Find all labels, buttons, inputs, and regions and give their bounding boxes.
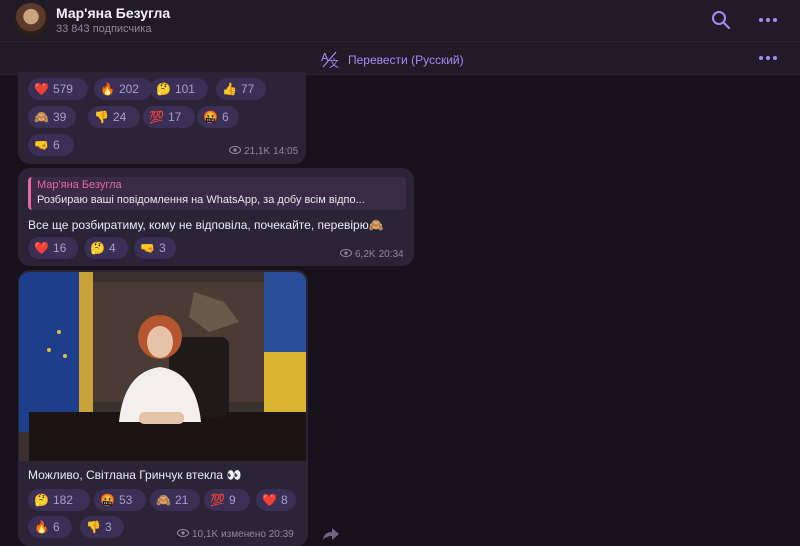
- reaction-emoji: 👎: [94, 110, 109, 124]
- view-count: 10,1K: [192, 529, 219, 540]
- reaction-emoji: 👍: [222, 82, 237, 96]
- reaction-count: 4: [108, 241, 116, 255]
- reaction-count: 579: [52, 82, 73, 96]
- reaction-emoji: 🤬: [203, 110, 218, 124]
- views-icon: [340, 249, 352, 260]
- more-menu-icon[interactable]: [756, 8, 780, 32]
- reaction-button[interactable]: 🤔 101: [150, 78, 208, 100]
- reaction-count: 202: [118, 82, 139, 96]
- translate-options-icon[interactable]: [756, 46, 780, 70]
- reaction-emoji: 🙈: [156, 493, 171, 507]
- reaction-emoji: 🤔: [156, 82, 171, 96]
- translate-button[interactable]: Перевести (Русский): [348, 53, 464, 67]
- reaction-button[interactable]: 🙈 39: [28, 106, 76, 128]
- post-photo[interactable]: [19, 272, 306, 461]
- reaction-button[interactable]: 🤜 3: [134, 237, 176, 259]
- reaction-count: 17: [167, 110, 182, 124]
- reaction-emoji: 👎: [86, 520, 101, 534]
- reaction-count: 6: [52, 520, 60, 534]
- message-meta: 6,2K 20:34: [340, 249, 404, 260]
- reaction-button[interactable]: 💯 17: [143, 106, 195, 128]
- reaction-button[interactable]: 🤜 6: [28, 134, 74, 156]
- translate-icon[interactable]: A文: [320, 49, 340, 70]
- search-icon[interactable]: [709, 8, 733, 32]
- reaction-count: 16: [52, 241, 67, 255]
- reaction-count: 6: [221, 110, 229, 124]
- message-meta: 10,1K изменено 20:39: [177, 529, 294, 540]
- forward-icon[interactable]: [322, 527, 340, 541]
- reaction-emoji: 🤬: [100, 493, 115, 507]
- reaction-button[interactable]: 💯 9: [204, 489, 250, 511]
- reaction-count: 21: [174, 493, 189, 507]
- reaction-emoji: 🤔: [34, 493, 49, 507]
- reply-text: Розбираю ваші повідомлення на WhatsApp, …: [37, 194, 365, 206]
- reaction-count: 9: [228, 493, 236, 507]
- reaction-button[interactable]: 🤔 182: [28, 489, 90, 511]
- reaction-emoji: 🙈: [34, 110, 49, 124]
- reply-preview[interactable]: Мар'яна Безугла Розбираю ваші повідомлен…: [28, 177, 406, 210]
- view-count: 6,2K: [355, 249, 376, 260]
- reaction-count: 6: [52, 138, 60, 152]
- reaction-emoji: 🔥: [100, 82, 115, 96]
- reaction-button[interactable]: 🤬 53: [94, 489, 146, 511]
- channel-name: Мар'яна Безугла: [56, 5, 171, 21]
- reaction-emoji: 🤜: [140, 241, 155, 255]
- channel-avatar[interactable]: [14, 3, 48, 37]
- reaction-emoji: 🔥: [34, 520, 49, 534]
- reaction-count: 3: [104, 520, 112, 534]
- reaction-emoji: ❤️: [34, 82, 49, 96]
- reaction-emoji: 💯: [210, 493, 225, 507]
- views-icon: [229, 146, 241, 157]
- reaction-button[interactable]: 🙈 21: [150, 489, 200, 511]
- reaction-button[interactable]: ❤️ 579: [28, 78, 88, 100]
- message-time: 20:34: [378, 249, 404, 260]
- reaction-emoji: 💯: [149, 110, 164, 124]
- reply-author: Мар'яна Безугла: [37, 179, 122, 191]
- message-meta: 21,1K 14:05: [229, 146, 298, 157]
- message-text: Все ще розбиратиму, кому не відповіла, п…: [28, 218, 384, 232]
- reaction-emoji: 🤔: [90, 241, 105, 255]
- message-time: изменено 20:39: [221, 529, 294, 540]
- reaction-emoji: ❤️: [34, 241, 49, 255]
- reaction-button[interactable]: 🤬 6: [197, 106, 239, 128]
- message-time: 14:05: [273, 146, 299, 157]
- message-text: Можливо, Світлана Гринчук втекла 👀: [28, 468, 242, 482]
- reaction-button[interactable]: 🤔 4: [84, 237, 128, 259]
- translate-bar: A文 Перевести (Русский): [0, 42, 800, 75]
- reaction-button[interactable]: ❤️ 16: [28, 237, 78, 259]
- reaction-emoji: 🤜: [34, 138, 49, 152]
- reaction-count: 8: [280, 493, 288, 507]
- reaction-count: 77: [240, 82, 255, 96]
- reaction-button[interactable]: 🔥 6: [28, 516, 72, 538]
- reaction-button[interactable]: 👎 24: [88, 106, 140, 128]
- reaction-count: 182: [52, 493, 73, 507]
- reaction-button[interactable]: 👎 3: [80, 516, 124, 538]
- channel-header[interactable]: Мар'яна Безугла 33 843 подписчика: [0, 0, 800, 42]
- reaction-count: 101: [174, 82, 195, 96]
- views-icon: [177, 529, 189, 540]
- reaction-count: 3: [158, 241, 166, 255]
- reaction-button[interactable]: 🔥 202: [94, 78, 152, 100]
- subscriber-count: 33 843 подписчика: [56, 23, 152, 35]
- reaction-count: 39: [52, 110, 67, 124]
- reaction-emoji: ❤️: [262, 493, 277, 507]
- reaction-button[interactable]: 👍 77: [216, 78, 266, 100]
- reaction-button[interactable]: ❤️ 8: [256, 489, 296, 511]
- view-count: 21,1K: [244, 146, 271, 157]
- reaction-count: 24: [112, 110, 127, 124]
- reaction-count: 53: [118, 493, 133, 507]
